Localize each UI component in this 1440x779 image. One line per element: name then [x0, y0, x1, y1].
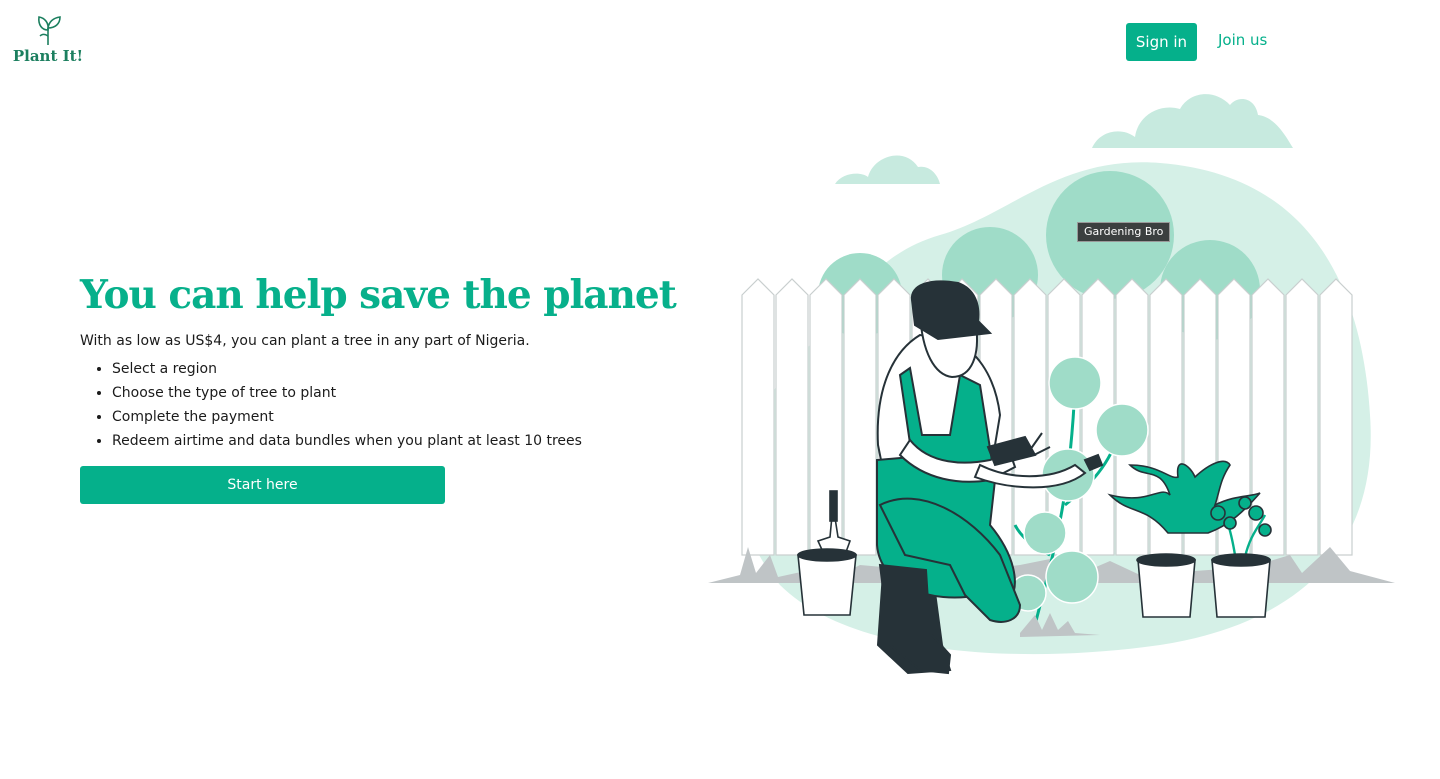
step-item: Choose the type of tree to plant [112, 381, 582, 405]
step-item: Select a region [112, 357, 582, 381]
cloud-icon [835, 94, 1293, 184]
landing-page: Plant It! Sign in Join us You can help s… [0, 0, 1440, 779]
step-item: Complete the payment [112, 405, 582, 429]
start-here-button[interactable]: Start here [80, 466, 445, 504]
sign-in-button[interactable]: Sign in [1126, 23, 1197, 61]
logo[interactable]: Plant It! [12, 12, 84, 68]
hero-intro: With as low as US$4, you can plant a tre… [80, 333, 530, 349]
gardener-illustration [708, 94, 1395, 675]
join-us-link[interactable]: Join us [1218, 31, 1267, 49]
sprout-icon [38, 16, 61, 45]
illustration-credit-tooltip: Gardening Bro [1077, 222, 1171, 242]
steps-list: Select a region Choose the type of tree … [80, 357, 582, 453]
hero-title: You can help save the planet [80, 272, 677, 318]
brand-name: Plant It! [12, 47, 84, 65]
step-item: Redeem airtime and data bundles when you… [112, 429, 582, 453]
